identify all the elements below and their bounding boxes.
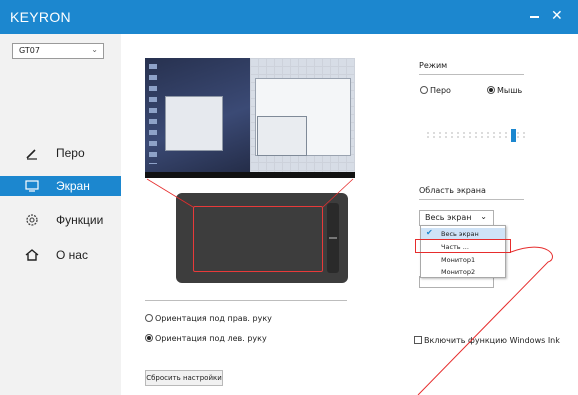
home-icon [25,249,39,261]
mode-mouse-radio[interactable] [487,86,495,94]
sidebar-item-label: Функции [56,213,104,227]
windows-ink-label: Включить функцию Windows Ink [424,336,560,345]
orientation-right-label: Ориентация под прав. руку [155,314,272,323]
mode-divider [419,74,524,75]
screen-area-title: Область экрана [419,186,486,195]
mode-pen-label: Перо [430,86,451,95]
sidebar-item-label: Перо [56,146,85,160]
windows-ink-checkbox[interactable] [414,336,422,344]
mode-mouse-label: Мышь [497,86,523,95]
sidebar-item-about[interactable]: О нас [0,245,121,265]
sidebar-item-screen[interactable]: Экран [0,176,121,196]
sidebar-item-label: Экран [56,179,90,193]
screen-area-select-value: Весь экран [425,213,472,222]
gear-icon [26,214,38,226]
chevron-down-icon: ⌄ [480,212,487,221]
minimize-icon[interactable] [530,16,539,18]
chevron-down-icon: ⌄ [91,45,98,54]
monitor-icon [25,180,39,192]
sidebar-item-functions[interactable]: Функции [0,210,121,230]
reset-settings-button[interactable]: Сбросить настройки [145,370,223,386]
orientation-left-radio[interactable] [145,334,153,342]
annotation-highlight-box [415,239,511,253]
sidebar-item-pen[interactable]: Перо [0,143,121,163]
screen-area-divider [419,199,524,200]
preview-desktop-icons [149,64,157,164]
preview-window [257,116,307,156]
device-select[interactable]: GT07 ⌄ [12,43,104,59]
tablet-active-area[interactable] [193,206,323,272]
orientation-left-label: Ориентация под лев. руку [155,334,267,343]
app-title: KEYRON [10,9,71,25]
speed-slider-thumb[interactable] [511,129,516,142]
orientation-right-radio[interactable] [145,314,153,322]
mode-pen-radio[interactable] [420,86,428,94]
preview-window [165,96,223,151]
tablet-illustration [176,193,348,283]
check-icon: ✔ [426,228,433,237]
preview-taskbar [145,172,355,178]
speed-slider-track[interactable] [425,131,525,139]
sidebar-item-label: О нас [56,248,88,262]
screen-area-select[interactable]: Весь экран ⌄ [419,210,494,226]
orientation-divider [145,300,347,301]
device-select-value: GT07 [19,46,40,55]
pen-icon [26,149,37,160]
screen-preview [145,58,355,178]
close-icon[interactable]: ✕ [551,8,563,24]
dropdown-option-monitor1[interactable]: Монитор1 [421,254,505,266]
dropdown-option-monitor2[interactable]: Монитор2 [421,266,505,278]
tablet-strip-mark [329,237,337,239]
title-bar: KEYRON ✕ [0,0,578,34]
mode-title: Режим [419,61,448,70]
